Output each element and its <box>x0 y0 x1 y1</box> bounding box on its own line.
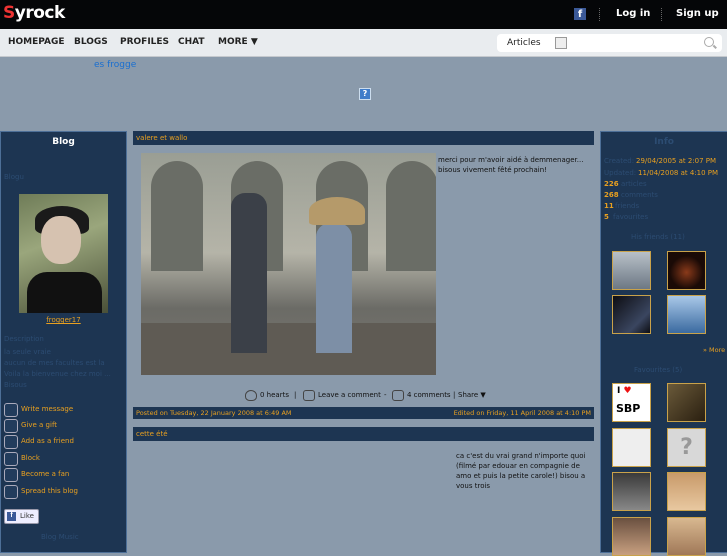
post-text: (filmé par edouar en compagnie de <box>456 462 580 470</box>
divider: | <box>294 391 297 399</box>
post-card: cette été ca c'est du vrai grand n'impor… <box>133 427 594 545</box>
signup-link[interactable]: Sign up <box>676 8 719 19</box>
favourite-label: SBP <box>616 402 641 415</box>
comments-link[interactable]: 4 comments <box>407 391 451 399</box>
divider: - <box>384 391 387 399</box>
divider <box>599 8 600 21</box>
post-title[interactable]: valere et wallo <box>133 131 594 145</box>
heart-icon[interactable] <box>245 390 257 401</box>
favourites-title: Favourites (5) <box>634 366 683 374</box>
favourite-thumbnail[interactable] <box>612 428 651 467</box>
post-text: amo et puis la petite carole!) bisou a <box>456 472 586 480</box>
more-friends-link[interactable]: » More <box>703 346 725 354</box>
description-line: la seule vraie <box>4 348 51 356</box>
skyrock-logo[interactable]: Syrock <box>3 3 65 23</box>
created-label: Created: <box>604 157 635 165</box>
logo-prefix: S <box>3 3 15 23</box>
avatar[interactable] <box>19 194 108 313</box>
share-button[interactable]: Share ▼ <box>458 391 486 399</box>
description-line: Bisous <box>4 381 27 389</box>
friend-thumbnail[interactable] <box>667 295 706 334</box>
share-icon <box>4 485 18 499</box>
gift-icon <box>4 419 18 433</box>
description-line: Voila la bienvenue chez moi ... <box>4 370 111 378</box>
updated-date: 11/04/2008 at 4:10 PM <box>638 169 719 177</box>
left-sidebar: Blog Blogu frogger17 Description la seul… <box>0 131 127 553</box>
comments-icon[interactable] <box>392 390 404 401</box>
created-date: 29/04/2005 at 2:07 PM <box>636 157 717 165</box>
add-friend-icon <box>4 435 18 449</box>
nav-homepage[interactable]: HOMEPAGE <box>8 37 65 47</box>
blog-label: Blogu <box>4 173 24 181</box>
hearts-count: 0 hearts <box>260 391 289 399</box>
post-footer: Posted on Tuesday, 22 January 2008 at 6:… <box>133 407 594 419</box>
description-label: Description <box>4 335 44 343</box>
favourite-thumbnail[interactable] <box>667 383 706 422</box>
posted-date: Posted on Tuesday, 22 January 2008 at 6:… <box>136 409 292 417</box>
blog-url-link[interactable]: es frogge <box>94 60 136 70</box>
stat-label: articles <box>621 180 647 188</box>
nav-more[interactable]: MORE ▼ <box>218 37 258 47</box>
stat-count: 226 <box>604 180 619 188</box>
nav-profiles[interactable]: PROFILES <box>120 37 169 47</box>
divider <box>661 8 662 21</box>
favourite-thumbnail[interactable] <box>612 472 651 511</box>
search-box[interactable]: Articles <box>497 34 722 52</box>
stat-count: 5 <box>604 213 609 221</box>
search-category[interactable]: Articles <box>507 38 541 48</box>
stat-count: 11 <box>604 202 614 210</box>
friend-thumbnail[interactable] <box>612 295 651 334</box>
favourite-thumbnail[interactable]: I ♥ SBP <box>612 383 651 422</box>
description-line: aucun de mes facultes est la <box>4 359 105 367</box>
favourite-thumbnail[interactable] <box>667 517 706 556</box>
post-text: merci pour m'avoir aidé à demmenager... <box>438 156 584 164</box>
leave-comment-link[interactable]: Leave a comment <box>318 391 381 399</box>
search-icon[interactable] <box>704 37 714 47</box>
search-category-dropdown[interactable] <box>555 37 567 49</box>
block-icon <box>4 452 18 466</box>
updated-label: Updated: <box>604 169 637 177</box>
ad-info-icon[interactable]: ? <box>359 88 371 100</box>
heart-icon: I ♥ <box>617 386 632 396</box>
comment-icon[interactable] <box>303 390 315 401</box>
stat-count: 268 <box>604 191 619 199</box>
post-text: bisous vivement fêté prochain! <box>438 166 547 174</box>
facebook-like-button[interactable]: f Like <box>4 509 39 524</box>
post-text: vous trois <box>456 482 491 490</box>
nav-chat[interactable]: CHAT <box>178 37 205 47</box>
stat-label: favourites <box>613 213 649 221</box>
favourite-thumbnail[interactable] <box>667 472 706 511</box>
favourite-thumbnail[interactable] <box>612 517 651 556</box>
friends-title: His friends (11) <box>631 233 685 241</box>
top-bar: Syrock f Log in Sign up <box>0 0 727 29</box>
envelope-icon <box>4 403 18 417</box>
divider: | <box>453 391 456 399</box>
info-title: Info <box>654 137 674 147</box>
nav-blogs[interactable]: BLOGS <box>74 37 108 47</box>
post-title[interactable]: cette été <box>133 427 594 441</box>
username-link[interactable]: frogger17 <box>1 316 126 324</box>
facebook-icon: f <box>7 512 16 521</box>
logo-suffix: yrock <box>14 3 66 23</box>
right-sidebar: Info Created: 29/04/2005 at 2:07 PM Upda… <box>600 131 727 556</box>
login-link[interactable]: Log in <box>616 8 650 19</box>
facebook-icon[interactable]: f <box>574 8 586 20</box>
blog-music-title: Blog Music <box>41 533 79 541</box>
edited-date: Edited on Friday, 11 April 2008 at 4:10 … <box>453 409 591 417</box>
placeholder-avatar-icon[interactable]: ? <box>667 428 706 467</box>
star-icon <box>4 468 18 482</box>
stat-label: comments <box>621 191 658 199</box>
friend-thumbnail[interactable] <box>612 251 651 290</box>
post-photo[interactable] <box>141 153 436 375</box>
stat-label: friends <box>615 202 640 210</box>
friend-thumbnail[interactable] <box>667 251 706 290</box>
post-card: valere et wallo merci pour m'avoir aidé … <box>133 131 594 419</box>
post-text: ca c'est du vrai grand n'importe quoi <box>456 452 586 460</box>
sidebar-title: Blog <box>52 137 75 147</box>
